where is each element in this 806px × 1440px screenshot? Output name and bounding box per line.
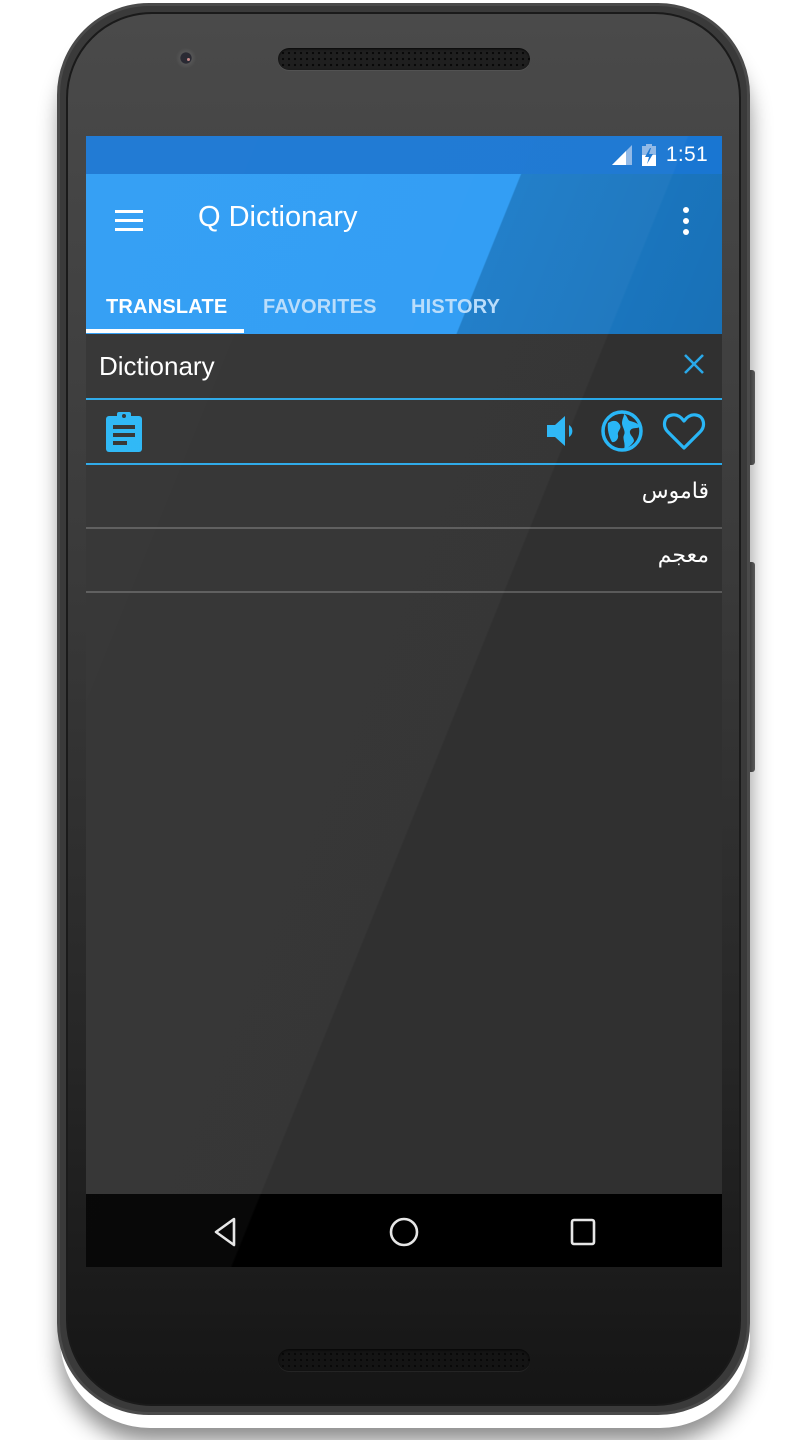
more-vertical-icon[interactable] [672,204,700,238]
volume-icon[interactable] [540,408,584,454]
app-title: Q Dictionary [198,201,358,233]
result-text: قاموس [641,479,709,504]
back-triangle-icon[interactable] [206,1212,246,1252]
home-circle-icon[interactable] [384,1212,424,1252]
result-item[interactable]: قاموس [86,465,722,529]
result-item[interactable]: معجم [86,529,722,593]
navigation-bar [86,1194,722,1267]
search-input[interactable] [99,344,659,388]
active-tab-indicator [86,329,244,333]
heart-outline-icon[interactable] [662,408,706,454]
clipboard-icon[interactable] [102,408,146,454]
clock: 1:51 [665,143,708,166]
hamburger-menu-icon[interactable] [112,207,144,235]
action-toolbar [86,400,722,463]
close-icon[interactable] [680,350,708,378]
tab-bar: TRANSLATE FAVORITES HISTORY [86,280,722,334]
volume-button[interactable] [750,562,755,772]
top-speaker-grille [278,48,530,70]
screen: 1:51 Q Dictionary TRANSLATE FAVORITES HI… [86,136,722,1267]
battery-charging-icon [641,144,656,166]
tab-history[interactable]: HISTORY [411,280,500,334]
search-row [86,334,722,398]
bottom-speaker-grille [278,1349,530,1371]
tab-translate[interactable]: TRANSLATE [106,280,227,334]
translation-results: قاموس معجم [86,465,722,593]
power-button[interactable] [750,370,755,465]
front-camera-icon [176,48,196,68]
result-text: معجم [657,543,709,568]
recents-square-icon[interactable] [563,1212,603,1252]
signal-icon [611,145,632,165]
app-bar: Q Dictionary TRANSLATE FAVORITES HISTORY [86,174,722,334]
globe-icon[interactable] [600,408,644,454]
tab-favorites[interactable]: FAVORITES [263,280,377,334]
status-bar: 1:51 [86,136,722,174]
status-icons: 1:51 [611,136,708,174]
